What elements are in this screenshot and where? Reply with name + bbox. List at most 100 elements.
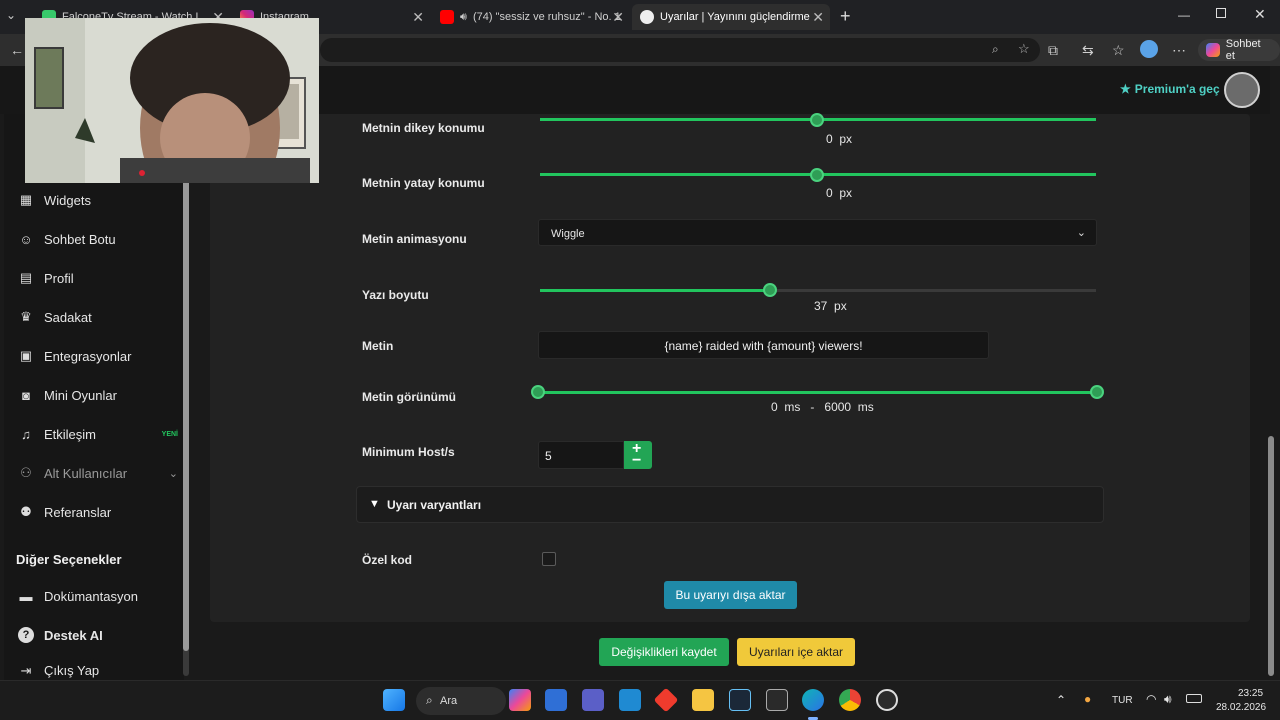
export-alert-button[interactable]: Bu uyarıyı dışa aktar xyxy=(664,581,797,609)
address-bar[interactable]: ⌕ ☆ xyxy=(320,38,1040,62)
tab-alerts[interactable]: Uyarılar | Yayınını güçlendirmek için ✕ xyxy=(632,4,830,30)
field-label: Metin görünümü xyxy=(362,390,456,404)
zoom-icon[interactable]: ⌕ xyxy=(992,42,999,57)
import-alerts-button[interactable]: Uyarıları içe aktar xyxy=(737,638,855,666)
vertical-slider-handle[interactable] xyxy=(810,113,824,127)
split-screen-icon[interactable]: ⇆ xyxy=(1082,42,1094,59)
sidebar-item-label: Etkileşim xyxy=(44,426,97,442)
webcam-overlay xyxy=(25,18,319,183)
clock-time[interactable]: 23:25 xyxy=(1238,688,1263,699)
tab-youtube[interactable]: 🔊︎ (74) "sessiz ve ruhsuz" - No. 1 ✕ xyxy=(432,4,630,30)
edge-icon[interactable] xyxy=(802,689,824,711)
save-changes-button[interactable]: Değişiklikleri kaydet xyxy=(599,638,729,666)
copilot-app-icon[interactable] xyxy=(509,689,531,711)
slider-value: 37 px xyxy=(814,299,847,313)
microphone-icon[interactable]: ● xyxy=(1084,692,1091,706)
obs-icon[interactable] xyxy=(876,689,898,711)
quantity-stepper[interactable]: + − xyxy=(624,441,652,469)
visibility-end-handle[interactable] xyxy=(1090,385,1104,399)
sidebar-item-logout[interactable]: ⇥ Çıkış Yap xyxy=(18,663,178,680)
chevron-down-icon: ⌄ xyxy=(1076,227,1086,239)
sidebar: ▦ Widgets ☺ Sohbet Botu ▤ Profil ♛ Sadak… xyxy=(4,114,184,680)
alert-text-input[interactable]: {name} raided with {amount} viewers! xyxy=(538,331,989,359)
font-size-slider-fill xyxy=(540,289,768,292)
visibility-range-track[interactable] xyxy=(540,391,1096,394)
visibility-start-handle[interactable] xyxy=(531,385,545,399)
field-label: Metnin yatay konumu xyxy=(362,176,485,190)
field-label: Metin xyxy=(362,339,394,353)
sidebar-item-label: Alt Kullanıcılar xyxy=(44,465,128,481)
field-label: Metnin dikey konumu xyxy=(362,121,485,135)
close-icon[interactable]: ✕ xyxy=(812,9,824,26)
favorite-star-icon[interactable]: ☆ xyxy=(1018,41,1030,57)
alert-variants-accordion[interactable]: ▼ Uyarı varyantları xyxy=(356,486,1104,523)
store-icon[interactable] xyxy=(545,689,567,711)
taskbar-search[interactable]: ⌕ Ara xyxy=(416,687,506,715)
close-icon[interactable]: ✕ xyxy=(412,9,424,26)
clock-date[interactable]: 28.02.2026 xyxy=(1216,702,1266,713)
premium-link[interactable]: ★ Premium'a geç xyxy=(1120,82,1220,96)
copilot-button[interactable]: Sohbet et xyxy=(1198,38,1280,62)
sidebar-item-support-ai[interactable]: ? Destek AI xyxy=(18,624,178,646)
language-indicator[interactable]: TUR xyxy=(1112,695,1133,706)
font-size-slider-handle[interactable] xyxy=(763,283,777,297)
file-explorer-icon[interactable] xyxy=(692,689,714,711)
close-icon[interactable]: ✕ xyxy=(612,9,624,26)
chevron-up-icon[interactable]: ⌃ xyxy=(1056,693,1066,707)
windows-start-icon[interactable] xyxy=(383,689,405,711)
git-icon[interactable] xyxy=(653,687,679,713)
select-value: Wiggle xyxy=(551,228,585,240)
close-window-button[interactable]: ✕ xyxy=(1254,6,1266,23)
sidebar-item-profile[interactable]: ▤ Profil xyxy=(18,267,178,289)
page-scrollbar[interactable] xyxy=(1268,436,1274,676)
epic-games-icon[interactable] xyxy=(766,689,788,711)
sidebar-item-integrations[interactable]: ▣ Entegrasyonlar xyxy=(18,345,178,367)
steam-icon[interactable] xyxy=(729,689,751,711)
audio-playing-icon[interactable]: 🔊︎ xyxy=(460,11,467,24)
windows-taskbar: ⌕ Ara ⌃ ● TUR ◠ 🔊︎ 23:25 28.02.2026 xyxy=(0,680,1280,720)
accordion-title: Uyarı varyantları xyxy=(387,498,482,512)
sidebar-item-label: Mini Oyunlar xyxy=(44,387,117,403)
horizontal-slider-handle[interactable] xyxy=(810,168,824,182)
sidebar-section-title: Diğer Seçenekler xyxy=(16,552,122,567)
sidebar-item-loyalty[interactable]: ♛ Sadakat xyxy=(18,306,178,328)
chrome-icon[interactable] xyxy=(839,689,861,711)
tab-list-button[interactable]: ⌄ xyxy=(6,8,16,22)
sidebar-item-chatbot[interactable]: ☺ Sohbet Botu xyxy=(18,228,178,250)
gamepad-icon: ◙ xyxy=(22,387,30,403)
sidebar-item-interaction[interactable]: ♫ Etkileşim YENİ xyxy=(18,423,178,445)
sidebar-item-minigames[interactable]: ◙ Mini Oyunlar xyxy=(18,384,178,406)
wifi-icon[interactable]: ◠ xyxy=(1146,692,1156,706)
tab-title: Uyarılar | Yayınını güçlendirmek için xyxy=(660,11,810,23)
search-icon: ⌕ xyxy=(426,693,433,707)
min-hosts-input[interactable]: 5 xyxy=(538,441,624,469)
battery-icon[interactable] xyxy=(1186,694,1202,703)
animation-select[interactable]: Wiggle ⌄ xyxy=(538,219,1097,246)
teams-icon[interactable] xyxy=(582,689,604,711)
sidebar-item-label: Çıkış Yap xyxy=(44,663,100,678)
minus-icon[interactable]: − xyxy=(632,453,641,469)
maximize-button[interactable] xyxy=(1216,8,1226,18)
sidebar-item-subusers[interactable]: ⚇ Alt Kullanıcılar ⌄ xyxy=(18,462,178,484)
chevron-down-icon: ▼ xyxy=(369,498,380,510)
speaker-icon[interactable]: 🔊︎ xyxy=(1164,692,1172,707)
favorites-icon[interactable]: ☆ xyxy=(1112,42,1125,59)
more-icon[interactable]: ⋯ xyxy=(1172,42,1186,59)
custom-code-checkbox[interactable] xyxy=(542,552,556,566)
sidebar-item-label: Dokümantasyon xyxy=(44,588,138,604)
sidebar-item-label: Referanslar xyxy=(44,504,112,520)
slider-range-value: 0 ms - 6000 ms xyxy=(771,400,874,414)
extensions-icon[interactable]: ⧉ xyxy=(1048,42,1058,59)
sidebar-item-referrals[interactable]: ⚉ Referanslar xyxy=(18,501,178,523)
back-icon[interactable]: ← xyxy=(10,42,24,58)
minimize-button[interactable]: — xyxy=(1178,8,1190,22)
sidebar-item-widgets[interactable]: ▦ Widgets xyxy=(18,189,178,211)
new-tab-button[interactable]: + xyxy=(840,6,851,27)
sidebar-item-docs[interactable]: ▬ Dokümantasyon xyxy=(18,585,178,607)
chevron-down-icon[interactable]: ⌄ xyxy=(169,467,178,480)
user-avatar[interactable] xyxy=(1224,72,1260,108)
sidebar-scrollbar-thumb[interactable] xyxy=(183,176,189,651)
profile-icon[interactable] xyxy=(1140,40,1158,58)
alert-settings-card xyxy=(210,114,1250,622)
vscode-icon[interactable] xyxy=(619,689,641,711)
